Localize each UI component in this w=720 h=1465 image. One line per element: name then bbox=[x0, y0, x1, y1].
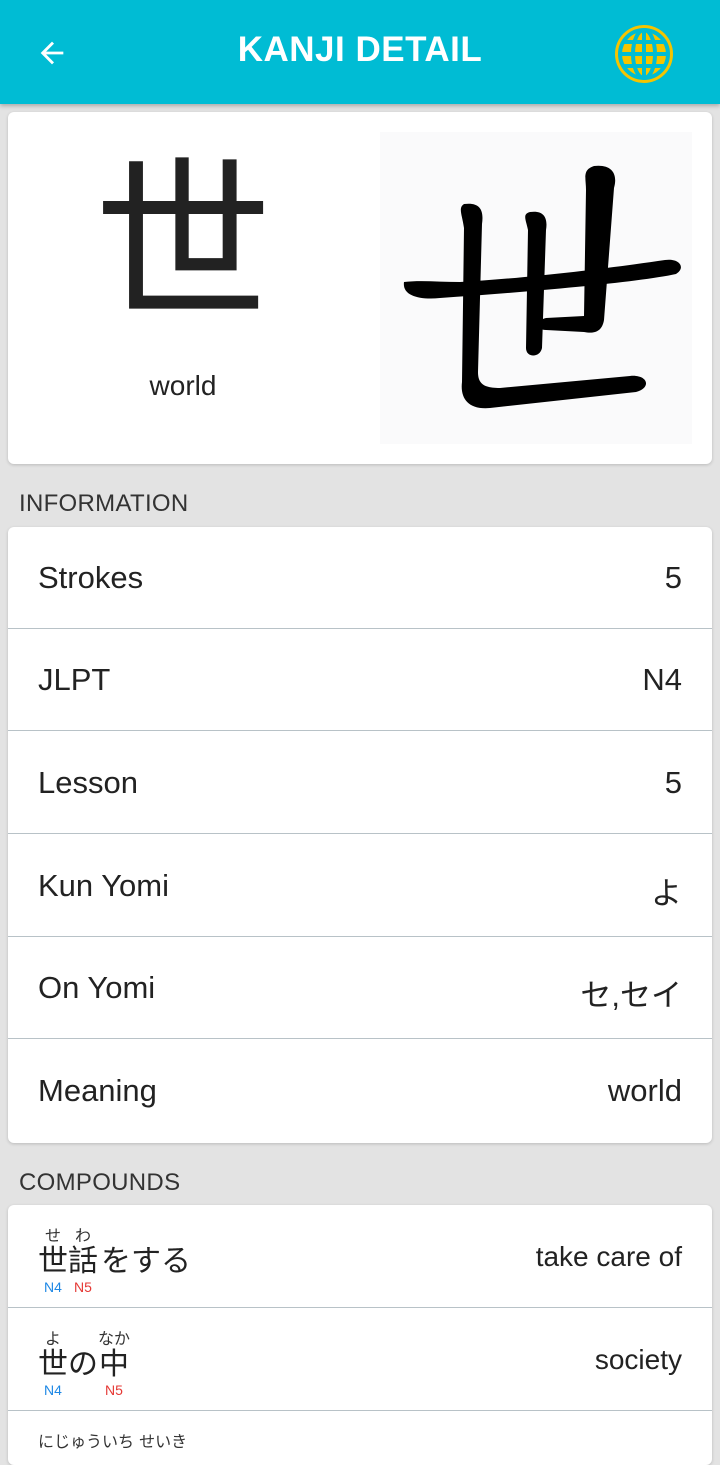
compound-segment: にじゅういち せいき bbox=[38, 1433, 258, 1451]
app-bar: KANJI DETAIL bbox=[0, 0, 720, 104]
info-row-kun-yomi: Kun Yomi よ bbox=[8, 835, 712, 937]
info-label: Strokes bbox=[38, 560, 144, 595]
jlpt-level-badge: N5 bbox=[74, 1279, 92, 1295]
globe-icon bbox=[615, 25, 673, 83]
compound-segment: せ 世 N4 bbox=[38, 1226, 68, 1296]
information-header: INFORMATION bbox=[19, 490, 189, 517]
furigana: よ bbox=[44, 1329, 61, 1348]
info-label: On Yomi bbox=[38, 970, 156, 1005]
info-row-strokes: Strokes 5 bbox=[8, 527, 712, 629]
kanji-character: 世 bbox=[94, 141, 272, 348]
compound-item[interactable]: にじゅういち せいき bbox=[8, 1411, 712, 1465]
compound-segment: なか 中 N5 bbox=[96, 1329, 132, 1399]
furigana: わ bbox=[74, 1226, 91, 1245]
info-row-meaning: Meaning world bbox=[8, 1040, 712, 1142]
compound-segment: よ 世 N4 bbox=[38, 1329, 68, 1399]
kana-base: をする bbox=[101, 1244, 191, 1279]
jlpt-level-badge: N4 bbox=[44, 1279, 62, 1295]
brush-kanji-drawing bbox=[403, 165, 681, 409]
kanji-hero-card: 世 world bbox=[8, 112, 712, 464]
info-label: Meaning bbox=[38, 1073, 157, 1108]
compound-item[interactable]: よ 世 N4 の なか 中 N5 society bbox=[8, 1308, 712, 1411]
info-value: 5 bbox=[664, 560, 682, 595]
kanji-base: 世 bbox=[38, 1347, 68, 1382]
info-value: N4 bbox=[642, 662, 682, 697]
info-row-lesson: Lesson 5 bbox=[8, 732, 712, 834]
compounds-card: せ 世 N4 わ 話 N5 をする take care of よ 世 N4 の … bbox=[8, 1205, 712, 1465]
kana-base: の bbox=[68, 1347, 98, 1382]
compound-meaning: society bbox=[594, 1344, 682, 1375]
furigana bbox=[68, 1330, 98, 1348]
compound-segment: をする bbox=[98, 1227, 194, 1279]
language-button[interactable] bbox=[612, 22, 676, 86]
furigana bbox=[98, 1227, 194, 1245]
info-row-jlpt: JLPT N4 bbox=[8, 629, 712, 731]
info-label: Kun Yomi bbox=[38, 868, 169, 903]
kanji-base: 話 bbox=[68, 1244, 98, 1279]
compound-segment: の bbox=[68, 1330, 98, 1382]
info-value: 5 bbox=[664, 765, 682, 800]
kanji-base: 中 bbox=[99, 1347, 129, 1382]
furigana: せ bbox=[44, 1226, 61, 1245]
info-value: よ bbox=[651, 876, 682, 911]
info-value: world bbox=[607, 1073, 682, 1108]
info-row-on-yomi: On Yomi セ,セイ bbox=[8, 937, 712, 1039]
information-card: Strokes 5 JLPT N4 Lesson 5 Kun Yomi よ On… bbox=[8, 527, 712, 1143]
compound-meaning: take care of bbox=[535, 1241, 682, 1272]
compounds-header: COMPOUNDS bbox=[19, 1169, 181, 1196]
compound-item[interactable]: せ 世 N4 わ 話 N5 をする take care of bbox=[8, 1205, 712, 1308]
jlpt-level-badge: N4 bbox=[44, 1382, 62, 1398]
info-label: Lesson bbox=[38, 765, 138, 800]
kanji-base: 世 bbox=[38, 1244, 68, 1279]
furigana: なか bbox=[97, 1329, 130, 1348]
info-value: セ,セイ bbox=[580, 978, 682, 1013]
kanji-meaning: world bbox=[149, 370, 217, 401]
info-label: JLPT bbox=[38, 662, 111, 697]
furigana: にじゅういち せいき bbox=[38, 1432, 188, 1451]
jlpt-level-badge: N5 bbox=[105, 1382, 123, 1398]
stroke-order-image[interactable] bbox=[380, 132, 692, 444]
compound-segment: わ 話 N5 bbox=[68, 1226, 98, 1296]
